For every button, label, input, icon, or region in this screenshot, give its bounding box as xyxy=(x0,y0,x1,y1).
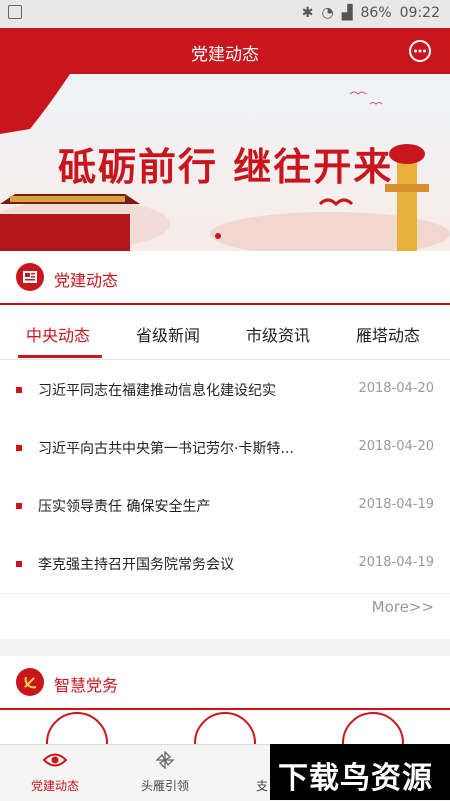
newspaper-icon xyxy=(16,263,44,291)
nav-label: 党建动态 xyxy=(30,779,79,793)
pinwheel-icon xyxy=(155,751,175,769)
chat-icon[interactable] xyxy=(408,39,432,63)
news-item[interactable]: 李克强主持召开国务院常务会议 2018-04-19 xyxy=(0,535,450,594)
tab-provincial[interactable]: 省级新闻 xyxy=(136,322,200,346)
watermark-logo: 下载鸟资源 xyxy=(270,744,450,800)
news-title: 李克强主持召开国务院常务会议 xyxy=(38,557,234,573)
news-item[interactable]: 习近平同志在福建推动信息化建设纪实 2018-04-20 xyxy=(0,361,450,420)
hammer-sickle-icon xyxy=(16,668,44,696)
news-date: 2018-04-19 xyxy=(358,555,434,570)
bullet-icon xyxy=(16,561,22,567)
app-bar: 党建动态 xyxy=(0,28,450,74)
bullet-icon xyxy=(16,503,22,509)
tab-municipal[interactable]: 市级资讯 xyxy=(246,322,310,346)
nav-label: 支 xyxy=(256,779,269,793)
promo-banner[interactable]: 砥砺前行 继往开来 xyxy=(0,74,450,251)
wifi-icon: ◔ xyxy=(321,5,334,21)
bluetooth-icon: ✱ xyxy=(301,5,314,21)
news-date: 2018-04-20 xyxy=(358,381,434,396)
section-title: 智慧党务 xyxy=(54,676,119,695)
section-header: 党建动态 xyxy=(0,251,450,305)
more-link[interactable]: More>> xyxy=(372,598,434,616)
status-time: 09:22 xyxy=(399,5,440,21)
banner-headline: 砥砺前行 继往开来 xyxy=(58,144,394,189)
status-bar: ✱ ◔ ▟ 86% 09:22 xyxy=(0,0,450,28)
eye-icon xyxy=(43,753,67,767)
news-title: 习近平向古共中央第一书记劳尔·卡斯特... xyxy=(38,441,294,457)
section-title: 党建动态 xyxy=(54,271,119,290)
party-news-card: 党建动态 中央动态 省级新闻 市级资讯 雁塔动态 习近平同志在福建推动信息化建设… xyxy=(0,251,450,639)
news-item[interactable]: 压实领导责任 确保安全生产 2018-04-19 xyxy=(0,477,450,536)
news-tabs: 中央动态 省级新闻 市级资讯 雁塔动态 xyxy=(0,305,450,360)
news-date: 2018-04-19 xyxy=(358,497,434,512)
news-title: 压实领导责任 确保安全生产 xyxy=(38,499,211,515)
tab-central[interactable]: 中央动态 xyxy=(26,322,90,346)
tab-yanta[interactable]: 雁塔动态 xyxy=(356,322,420,346)
bullet-icon xyxy=(16,445,22,451)
nav-label: 头雁引领 xyxy=(140,779,189,793)
news-title: 习近平同志在福建推动信息化建设纪实 xyxy=(38,383,276,399)
battery-percent: 86% xyxy=(360,5,392,21)
notification-icon xyxy=(8,5,22,23)
nav-item-lead-goose[interactable]: 头雁引领 xyxy=(110,745,220,801)
active-tab-indicator xyxy=(18,355,102,358)
news-date: 2018-04-20 xyxy=(358,439,434,454)
signal-icon: ▟ xyxy=(341,5,353,21)
nav-item-party-news[interactable]: 党建动态 xyxy=(0,745,110,801)
watermark-text: 下载鸟资源 xyxy=(278,761,433,796)
news-item[interactable]: 习近平向古共中央第一书记劳尔·卡斯特... 2018-04-20 xyxy=(0,419,450,478)
bullet-icon xyxy=(16,387,22,393)
page-title: 党建动态 xyxy=(191,45,259,65)
section-header: 智慧党务 xyxy=(0,656,450,710)
